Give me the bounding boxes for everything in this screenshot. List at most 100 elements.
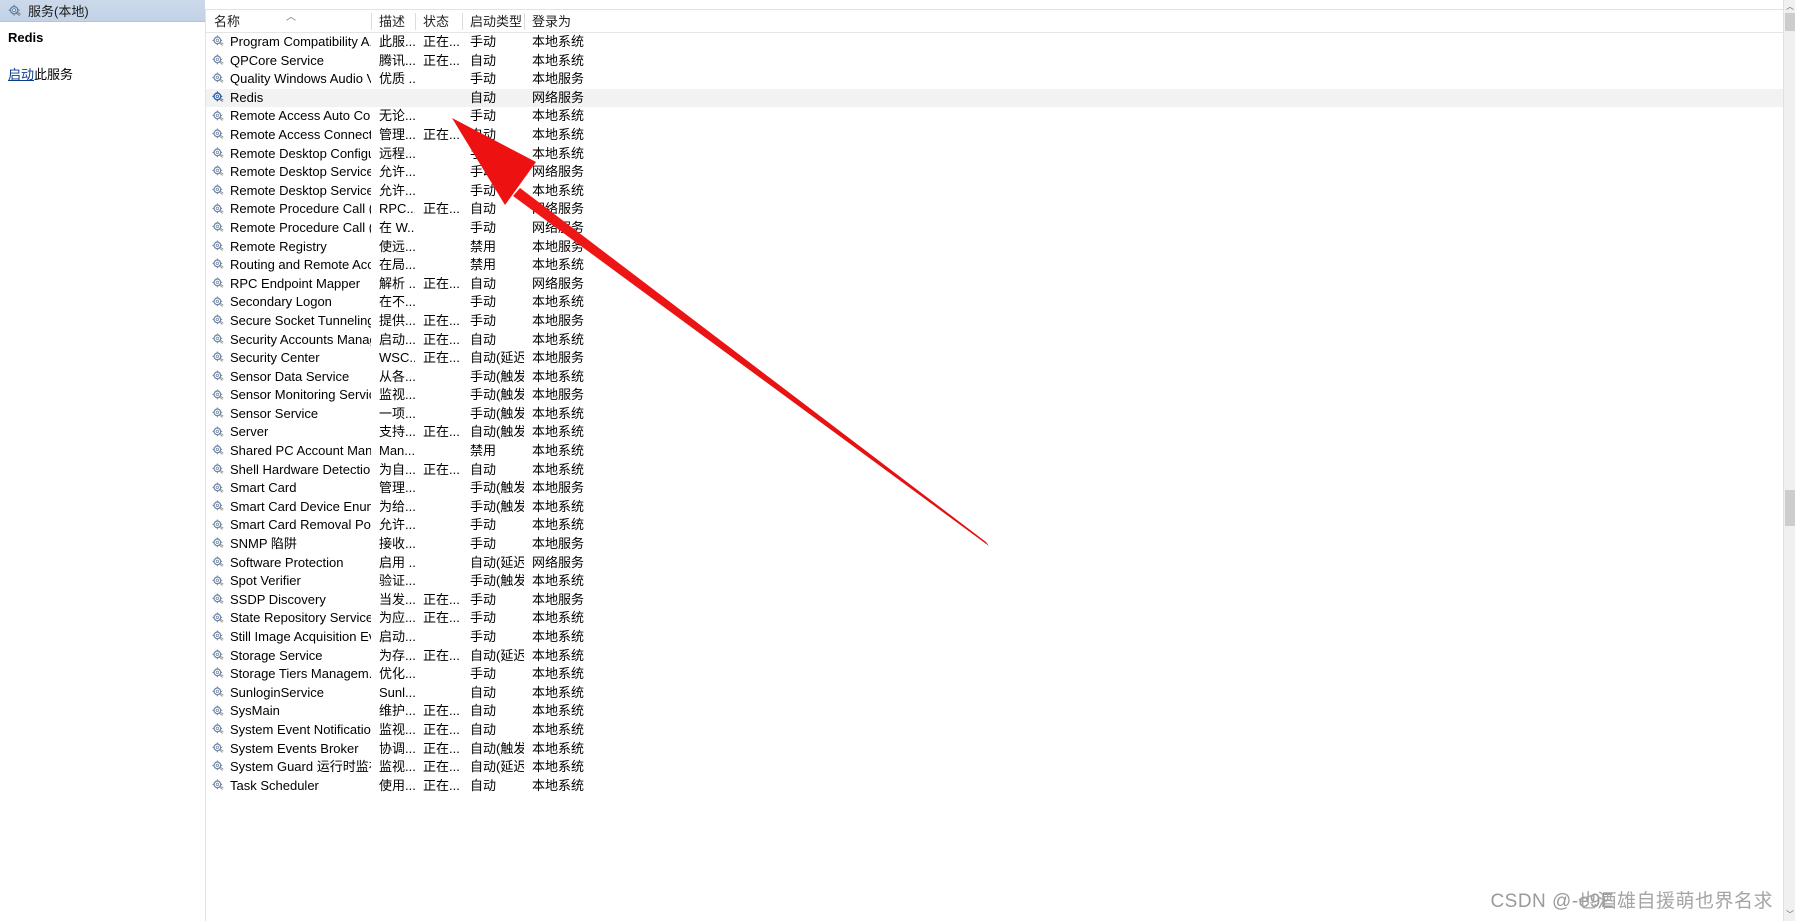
scrollbar-thumb[interactable]	[1785, 490, 1795, 526]
service-status-cell: 正在...	[423, 126, 460, 142]
service-status-cell	[415, 442, 462, 461]
service-row[interactable]: Remote Access Connecti... 管理... 正在... 自动 本地系…	[206, 126, 1783, 145]
service-gear-icon	[212, 258, 226, 272]
service-name-cell: System Event Notification...	[206, 721, 371, 740]
service-gear-icon	[212, 556, 226, 570]
service-row[interactable]: Program Compatibility A... 此服... 正在... 手动 本地…	[206, 33, 1783, 52]
service-row[interactable]: Shell Hardware Detection 为自... 正在... 自动 本地系统	[206, 461, 1783, 480]
service-gear-icon	[212, 649, 226, 663]
service-row[interactable]: Shared PC Account Mana... Man... 禁用 本地系统	[206, 442, 1783, 461]
service-gear-icon	[212, 500, 226, 514]
service-startup-type-cell: 禁用	[470, 238, 497, 254]
service-detail-pane: Redis 启动此服务	[0, 22, 205, 921]
service-description-cell	[371, 89, 415, 108]
service-row[interactable]: Smart Card Removal Poli... 允许... 手动 本地系统	[206, 516, 1783, 535]
service-status-cell	[415, 256, 462, 275]
service-startup-type-cell: 手动	[470, 312, 497, 328]
service-row[interactable]: Still Image Acquisition Ev... 启动... 手动 本地系统	[206, 628, 1783, 647]
service-row[interactable]: Redis 自动 网络服务	[206, 88, 1783, 108]
service-log-on-as-cell: 本地系统	[532, 331, 584, 347]
service-gear-icon	[212, 481, 226, 496]
service-startup-type-cell: 手动	[470, 34, 497, 49]
service-log-on-as-cell: 本地服务	[532, 591, 584, 607]
service-row[interactable]: System Events Broker 协调... 正在... 自动(触发... 本地…	[206, 740, 1783, 759]
service-startup-type-cell: 自动	[470, 52, 497, 68]
service-name-label: QPCore Service	[230, 52, 324, 68]
service-row[interactable]: Secondary Logon 在不... 手动 本地系统	[206, 293, 1783, 312]
service-name-label: Remote Registry	[230, 238, 327, 254]
service-row[interactable]: SNMP 陷阱 接收... 手动 本地服务	[206, 535, 1783, 554]
service-row[interactable]: Remote Desktop Services 允许... 手动 网络服务	[206, 163, 1783, 182]
csdn-watermark: CSDN @-e9E也酒雄自援萌也界名求	[1490, 886, 1773, 913]
service-log-on-as-cell: 本地服务	[532, 238, 584, 254]
service-row[interactable]: Security Center WSC... 正在... 自动(延迟... 本地服务	[206, 349, 1783, 368]
service-row[interactable]: Remote Procedure Call (... RPC... 正在... 自动 网…	[206, 200, 1783, 219]
scroll-up-button[interactable]: ︿	[1784, 0, 1795, 13]
service-name-label: Storage Tiers Managem...	[230, 666, 371, 682]
scrollbar-thumb-top[interactable]	[1785, 13, 1795, 31]
service-row[interactable]: Quality Windows Audio V... 优质 ... 手动 本地服务	[206, 70, 1783, 89]
service-row[interactable]: RPC Endpoint Mapper 解析 ... 正在... 自动 网络服务	[206, 275, 1783, 294]
service-row[interactable]: Storage Tiers Managem... 优化... 手动 本地系统	[206, 665, 1783, 684]
service-row[interactable]: System Event Notification... 监视... 正在... 自动…	[206, 721, 1783, 740]
column-header-log-on-as[interactable]: 登录为	[524, 10, 584, 33]
start-service-link[interactable]: 启动	[8, 67, 34, 82]
service-startup-type-cell: 手动	[470, 219, 497, 235]
service-status-cell	[415, 368, 462, 387]
service-row[interactable]: Storage Service 为存... 正在... 自动(延迟... 本地系统	[206, 647, 1783, 666]
service-row[interactable]: Sensor Monitoring Service 监视... 手动(触发... 本地…	[206, 386, 1783, 405]
service-name-label: SNMP 陷阱	[230, 536, 297, 552]
service-row[interactable]: System Guard 运行时监视... 监视... 正在... 自动(延迟... 本…	[206, 758, 1783, 777]
service-status-cell	[415, 479, 462, 498]
service-log-on-as-cell: 本地系统	[532, 629, 584, 644]
service-row[interactable]: Remote Desktop Service... 允许... 手动 本地系统	[206, 182, 1783, 201]
service-row[interactable]: Sensor Service 一项... 手动(触发... 本地系统	[206, 405, 1783, 424]
service-description-cell: 验证...	[379, 573, 415, 589]
service-row[interactable]: Server 支持... 正在... 自动(触发... 本地系统	[206, 423, 1783, 442]
service-row[interactable]: Security Accounts Manag... 启动... 正在... 自动 本地…	[206, 331, 1783, 350]
service-log-on-as-cell: 本地系统	[532, 108, 584, 124]
service-row[interactable]: Task Scheduler 使用... 正在... 自动 本地系统	[206, 777, 1783, 796]
service-name-label: Remote Procedure Call (...	[230, 219, 371, 235]
service-row[interactable]: Smart Card Device Enum... 为给... 手动(触发... 本地…	[206, 498, 1783, 517]
service-name-label: Secondary Logon	[230, 294, 332, 310]
service-row[interactable]: Sensor Data Service 从各... 手动(触发... 本地系统	[206, 368, 1783, 387]
service-row[interactable]: Secure Socket Tunneling ... 提供... 正在... 手动 本…	[206, 312, 1783, 331]
service-row[interactable]: Routing and Remote Acc... 在局... 禁用 本地系统	[206, 256, 1783, 275]
service-row[interactable]: Remote Desktop Configu... 远程... 手动 本地系统	[206, 145, 1783, 164]
service-gear-icon	[212, 686, 226, 700]
services-list-header: 名称 ︿ 描述 状态 启动类型 登录为	[206, 10, 1783, 33]
column-header-startup-type[interactable]: 启动类型	[462, 10, 524, 33]
service-startup-type-cell: 自动(延迟...	[470, 647, 524, 663]
service-log-on-as-cell: 网络服务	[532, 89, 584, 105]
service-row[interactable]: Remote Registry 使远... 禁用 本地服务	[206, 238, 1783, 257]
service-name-cell: Smart Card Removal Poli...	[206, 516, 371, 535]
column-header-description[interactable]: 描述	[371, 10, 415, 33]
service-description-cell: 管理...	[379, 126, 415, 142]
service-row[interactable]: SSDP Discovery 当发... 正在... 手动 本地服务	[206, 591, 1783, 610]
service-row[interactable]: Remote Access Auto Con... 无论... 手动 本地系统	[206, 107, 1783, 126]
service-row[interactable]: Spot Verifier 验证... 手动(触发... 本地系统	[206, 572, 1783, 591]
service-gear-icon	[212, 54, 226, 68]
service-name-cell: Smart Card	[206, 479, 371, 498]
service-row[interactable]: Smart Card 管理... 手动(触发... 本地服务	[206, 479, 1783, 498]
service-row[interactable]: Software Protection 启用 ... 自动(延迟... 网络服务	[206, 554, 1783, 573]
service-row[interactable]: SysMain 维护... 正在... 自动 本地系统	[206, 702, 1783, 721]
service-description-cell: 为自...	[379, 461, 415, 477]
service-startup-type-cell: 手动(触发...	[470, 498, 524, 514]
service-startup-type-cell: 手动	[470, 610, 497, 626]
service-description-cell: 为应...	[379, 610, 415, 626]
column-header-status[interactable]: 状态	[415, 10, 462, 33]
service-row[interactable]: SunloginService Sunl... 自动 本地系统	[206, 684, 1783, 703]
window-vertical-scrollbar[interactable]: ︿ ﹀	[1783, 0, 1795, 921]
service-row[interactable]: QPCore Service 腾讯... 正在... 自动 本地系统	[206, 52, 1783, 71]
service-name-cell: Remote Procedure Call (...	[206, 219, 371, 238]
column-header-name[interactable]: 名称 ︿	[206, 10, 371, 33]
scroll-down-button[interactable]: ﹀	[1784, 908, 1795, 921]
service-description-cell: 接收...	[379, 536, 415, 552]
service-row[interactable]: State Repository Service 为应... 正在... 手动 本地系统	[206, 609, 1783, 628]
service-gear-icon	[212, 295, 226, 310]
service-description-cell: 监视...	[379, 759, 415, 775]
service-name-cell: Security Center	[206, 349, 371, 368]
service-row[interactable]: Remote Procedure Call (... 在 W... 手动 网络服务	[206, 219, 1783, 238]
